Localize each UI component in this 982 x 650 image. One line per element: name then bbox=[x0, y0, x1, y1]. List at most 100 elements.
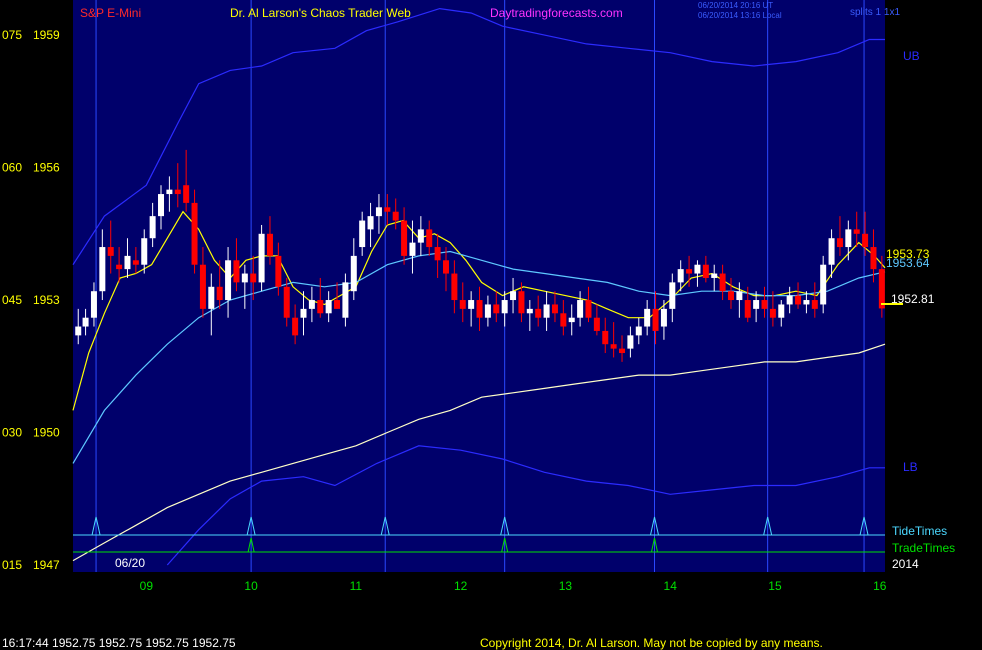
x-tick-label: 13 bbox=[559, 579, 573, 593]
price-bar bbox=[811, 300, 818, 309]
price-bar bbox=[593, 317, 600, 331]
price-bar bbox=[510, 291, 517, 301]
price-bar bbox=[585, 300, 592, 318]
price-bar bbox=[275, 255, 282, 287]
price-bar bbox=[568, 317, 575, 323]
price-bar bbox=[660, 308, 667, 327]
x-tick-label: 10 bbox=[244, 579, 258, 593]
y-tick-right: 1959 bbox=[33, 28, 60, 42]
y-tick-left: 030 bbox=[2, 426, 22, 440]
price-bar bbox=[786, 295, 793, 305]
price-bar bbox=[199, 264, 206, 309]
price-bar bbox=[719, 273, 726, 292]
x-tick-label: 15 bbox=[768, 579, 782, 593]
y-tick-right: 1947 bbox=[33, 558, 60, 572]
y-tick-left: 045 bbox=[2, 293, 22, 307]
price-bar bbox=[384, 207, 391, 212]
timestamp-local: 06/20/2014 13:16 Local bbox=[698, 11, 782, 20]
price-bar bbox=[878, 269, 885, 309]
y-axis: 075 1959 060 1956 045 1953 030 1950 015 1947 bbox=[2, 28, 60, 572]
y-tick-right: 1953 bbox=[33, 293, 60, 307]
price-bar bbox=[836, 238, 843, 248]
price-bar bbox=[342, 282, 349, 318]
price-bar bbox=[375, 207, 382, 217]
y-tick-left: 015 bbox=[2, 558, 22, 572]
price-bar bbox=[853, 229, 860, 234]
price-bar bbox=[300, 308, 307, 318]
price-bar bbox=[686, 269, 693, 274]
price-bar bbox=[862, 233, 869, 248]
price-bar bbox=[803, 300, 810, 305]
price-bar bbox=[761, 300, 768, 309]
price-bar bbox=[468, 300, 475, 309]
price-bar bbox=[250, 273, 257, 283]
price-bar bbox=[350, 255, 357, 292]
price-bar bbox=[543, 304, 550, 318]
price-bar bbox=[526, 308, 533, 314]
splits-label: splits 1 1x1 bbox=[850, 7, 900, 18]
price-bar bbox=[334, 300, 341, 309]
price-bar bbox=[501, 300, 508, 314]
price-bar bbox=[90, 291, 97, 318]
x-tick-label: 12 bbox=[454, 579, 468, 593]
price-bar bbox=[292, 317, 299, 336]
price-bar bbox=[518, 291, 525, 314]
price-bar bbox=[769, 308, 776, 318]
year-label: 2014 bbox=[892, 557, 919, 571]
price-bar bbox=[116, 264, 123, 270]
x-tick-label: 11 bbox=[350, 579, 363, 593]
price-bar bbox=[551, 304, 558, 314]
price-bar bbox=[141, 238, 148, 265]
price-bar bbox=[308, 300, 315, 309]
price-bar bbox=[652, 308, 659, 331]
price-bar bbox=[644, 308, 651, 327]
price-bar bbox=[174, 189, 181, 195]
price-bar bbox=[451, 273, 458, 301]
price-bar bbox=[266, 233, 273, 256]
price-bar bbox=[711, 273, 718, 278]
price-bar bbox=[442, 260, 449, 274]
price-bar bbox=[233, 260, 240, 283]
price-bar bbox=[434, 247, 441, 261]
tide-times-label: TideTimes bbox=[892, 524, 947, 538]
price-bar bbox=[602, 330, 609, 345]
symbol-label: S&P E-Mini bbox=[80, 6, 141, 20]
price-bar bbox=[820, 264, 827, 305]
price-bar bbox=[694, 264, 701, 274]
price-bar bbox=[107, 247, 114, 256]
price-bar bbox=[795, 295, 802, 305]
price-bar bbox=[677, 269, 684, 283]
price-bar bbox=[183, 185, 190, 203]
price-bar bbox=[577, 300, 584, 318]
price-bar bbox=[744, 300, 751, 318]
price-bar bbox=[99, 247, 106, 292]
plot-area bbox=[73, 0, 885, 572]
y-tick-right: 1956 bbox=[33, 161, 60, 175]
price-bar bbox=[401, 220, 408, 256]
price-bar bbox=[75, 326, 82, 336]
price-bar bbox=[560, 313, 567, 327]
price-bar bbox=[702, 264, 709, 278]
copyright: Copyright 2014, Dr. Al Larson. May not b… bbox=[480, 636, 823, 650]
price-bar bbox=[635, 326, 642, 336]
ub-label: UB bbox=[903, 49, 920, 63]
x-tick-label: 09 bbox=[140, 579, 154, 593]
price-bar bbox=[610, 344, 617, 349]
price-bar bbox=[619, 348, 626, 354]
price-bar bbox=[166, 189, 173, 195]
price-bar bbox=[409, 242, 416, 256]
site-url[interactable]: Daytradingforecasts.com bbox=[490, 6, 623, 20]
price-bar bbox=[124, 255, 131, 270]
price-bar bbox=[870, 247, 877, 270]
price-bar bbox=[736, 291, 743, 301]
price-bar bbox=[258, 233, 265, 283]
price-bar bbox=[191, 202, 198, 265]
price-bar bbox=[216, 286, 223, 301]
price-bar bbox=[476, 300, 483, 318]
price-bar bbox=[225, 260, 232, 301]
site-title: Dr. Al Larson's Chaos Trader Web bbox=[230, 6, 411, 20]
price-bar bbox=[241, 273, 248, 283]
lb-label: LB bbox=[903, 460, 918, 474]
trade-times-label: TradeTimes bbox=[892, 541, 955, 555]
price-bar bbox=[753, 300, 760, 309]
